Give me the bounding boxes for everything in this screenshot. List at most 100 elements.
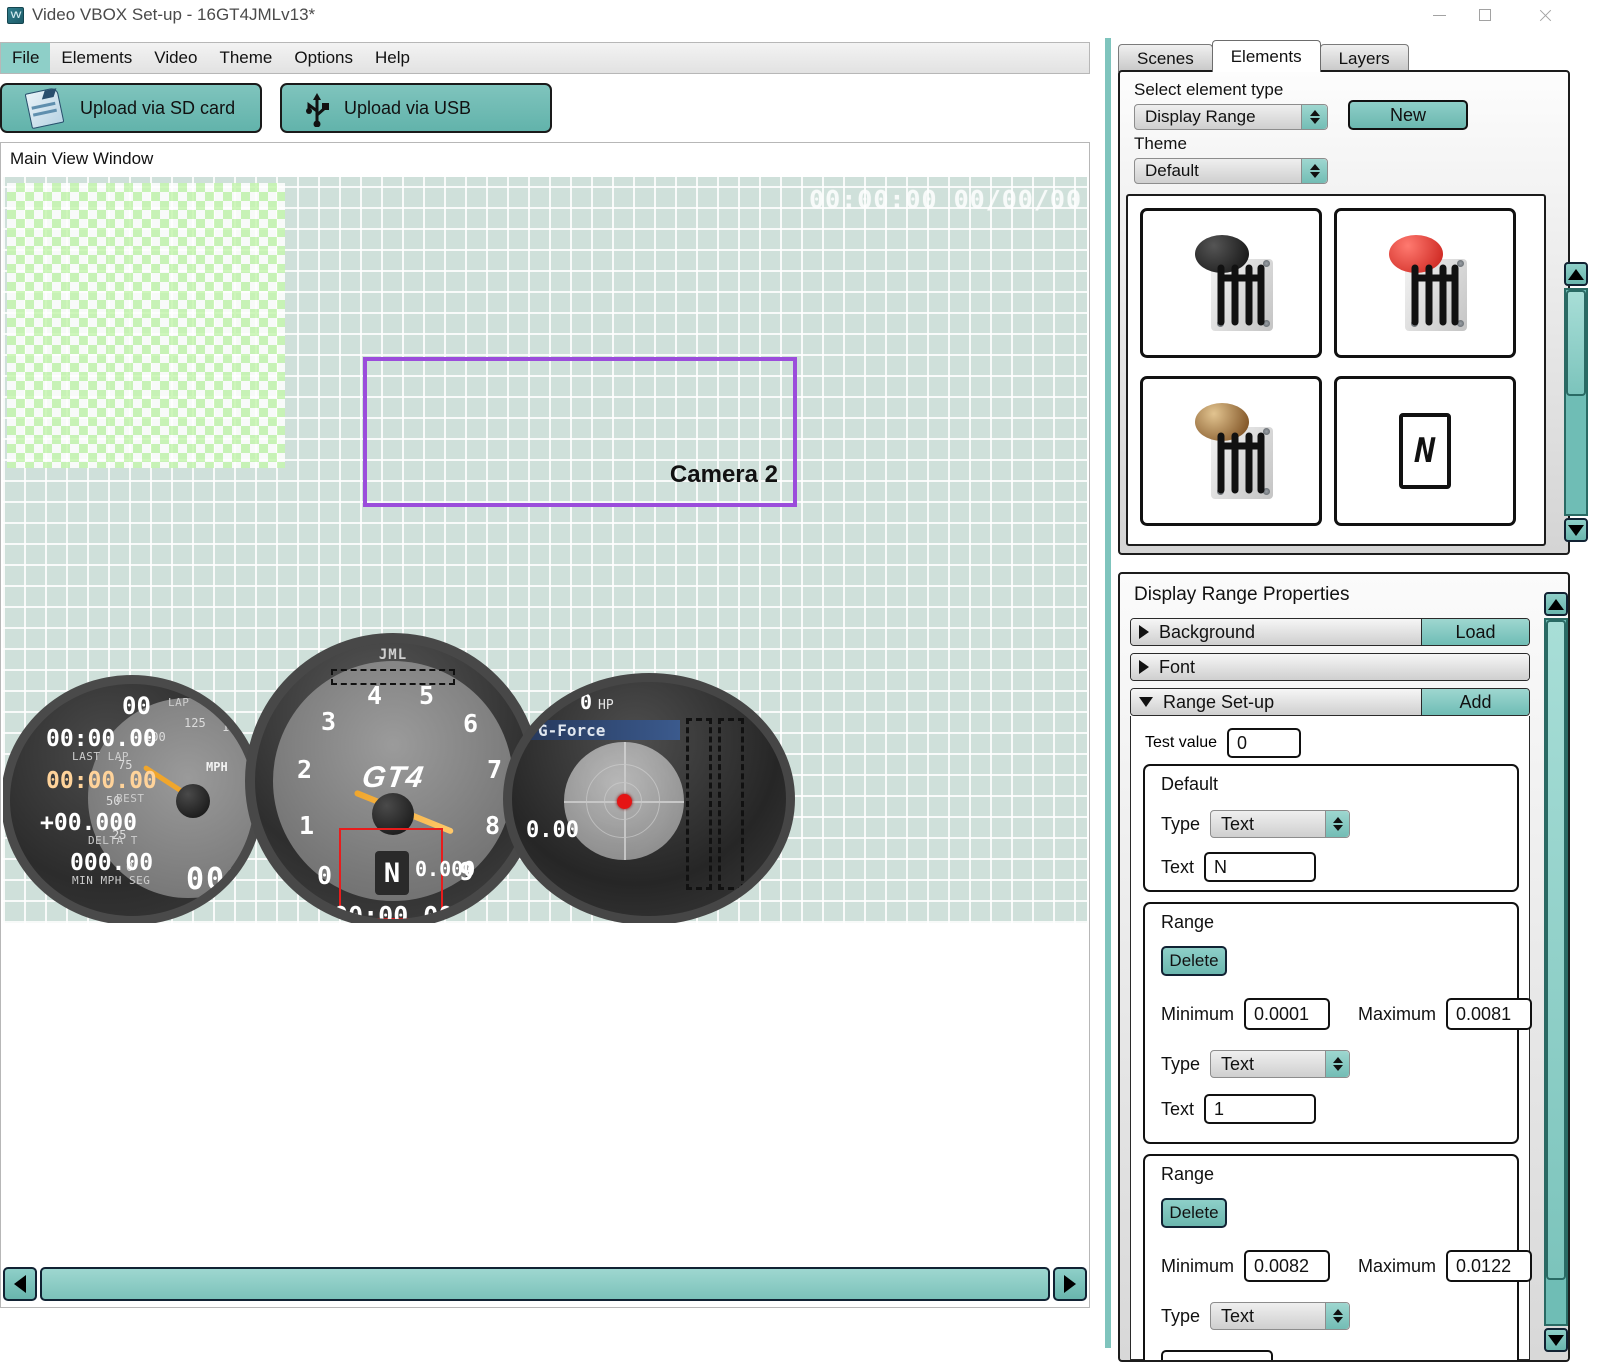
menu-item-help[interactable]: Help	[364, 43, 421, 73]
range-2-delete-button[interactable]: Delete	[1161, 1198, 1227, 1228]
horizontal-scroll-thumb[interactable]	[40, 1267, 1050, 1301]
main-view-window: Main View Window Camera 2 00:00:00 00/00…	[0, 142, 1090, 1308]
range-setup-header[interactable]: Range Set-up	[1131, 689, 1421, 715]
background-load-button[interactable]: Load	[1421, 619, 1529, 645]
default-text-input[interactable]: N	[1204, 852, 1317, 882]
tachometer-gauge[interactable]: JML 0 1 2 3 4 5 6 7 8 9 GT4 N 0.000 00:0…	[245, 633, 541, 923]
range-2-min-input[interactable]: 0.0082	[1244, 1250, 1331, 1282]
rpm-0: 0	[317, 861, 333, 890]
background-label: Background	[1159, 621, 1256, 642]
menu-item-elements[interactable]: Elements	[50, 43, 143, 73]
element-type-select[interactable]: Display Range	[1134, 104, 1328, 130]
scroll-up-arrow-icon[interactable]	[1564, 262, 1588, 286]
thumbnail-shifter-black[interactable]	[1140, 208, 1322, 358]
range-1-type-row: Type Text	[1161, 1050, 1351, 1078]
best-lap-value: 00:00.00	[46, 768, 157, 794]
properties-scroll-track[interactable]	[1544, 618, 1568, 1326]
default-type-label: Type	[1161, 813, 1201, 834]
element-thumbnail-gallery[interactable]: N	[1126, 194, 1546, 546]
upload-sd-label: Upload via SD card	[80, 97, 236, 118]
rpm-2: 2	[297, 755, 313, 784]
menu-item-file[interactable]: File	[1, 43, 51, 73]
range-1-delete-button[interactable]: Delete	[1161, 946, 1227, 976]
clock-overlay[interactable]: 00:00:00 00/00/00	[809, 185, 1082, 214]
shift-light-bar[interactable]	[331, 669, 455, 685]
design-canvas[interactable]: Camera 2 00:00:00 00/00/00 50 75 100 125…	[3, 177, 1087, 923]
range-2-minmax-row: Minimum 0.0082 Maximum 0.0122	[1161, 1250, 1533, 1282]
chevron-right-icon	[1139, 660, 1149, 674]
chevron-down-icon	[1139, 697, 1153, 707]
element-type-value: Display Range	[1145, 107, 1256, 126]
background-accordion[interactable]: Background Load	[1130, 618, 1530, 646]
theme-select[interactable]: Default	[1134, 158, 1328, 184]
chevron-updown-icon[interactable]	[1325, 811, 1350, 837]
chevron-updown-icon[interactable]	[1325, 1051, 1350, 1077]
maximize-icon[interactable]	[1462, 0, 1508, 30]
elements-vertical-scrollbar[interactable]	[1564, 262, 1588, 542]
default-type-row: Type Text	[1161, 810, 1351, 838]
default-type-select[interactable]: Text	[1210, 810, 1351, 838]
thumbnail-shifter-red[interactable]	[1334, 208, 1516, 358]
scroll-right-arrow-icon[interactable]	[1053, 1267, 1087, 1301]
tab-scenes[interactable]: Scenes	[1118, 44, 1213, 72]
chevron-updown-icon[interactable]	[1301, 105, 1327, 129]
scroll-down-arrow-icon[interactable]	[1564, 518, 1588, 542]
minimize-icon[interactable]	[1416, 0, 1462, 30]
range-1-max-input[interactable]: 0.0081	[1446, 998, 1533, 1030]
properties-vertical-scrollbar[interactable]	[1544, 592, 1568, 1352]
range-1-type-select[interactable]: Text	[1210, 1050, 1351, 1078]
upload-via-usb-button[interactable]: Upload via USB	[280, 83, 552, 133]
chevron-updown-icon[interactable]	[1325, 1303, 1350, 1329]
font-header[interactable]: Font	[1131, 654, 1529, 680]
range-1-text-input[interactable]: 1	[1204, 1094, 1317, 1124]
test-value-input[interactable]: 0	[1227, 728, 1302, 758]
lap-timer-gauge[interactable]: 50 75 100 125 150 25 0 00 LAP 00:00.00 L…	[3, 675, 263, 923]
default-text-label: Text	[1161, 856, 1195, 877]
close-icon[interactable]	[1522, 0, 1568, 30]
scroll-up-arrow-icon[interactable]	[1544, 592, 1568, 616]
range-2-text-input[interactable]	[1161, 1350, 1273, 1360]
canvas-horizontal-scrollbar[interactable]	[3, 1265, 1087, 1303]
tab-elements[interactable]: Elements	[1211, 40, 1321, 72]
menu-item-video[interactable]: Video	[143, 43, 208, 73]
rpm-4: 4	[367, 681, 383, 710]
elements-scroll-track[interactable]	[1564, 288, 1588, 516]
chevron-updown-icon[interactable]	[1301, 159, 1327, 183]
range-setup-accordion[interactable]: Range Set-up Add	[1130, 688, 1530, 716]
gear-letter: N	[383, 857, 401, 889]
gforce-gauge[interactable]: 0 HP G-Force 0.00	[503, 673, 795, 923]
font-accordion[interactable]: Font	[1130, 653, 1530, 681]
range-1-type-value: Text	[1221, 1053, 1255, 1074]
transparency-region[interactable]	[7, 183, 285, 468]
select-element-type-label: Select element type	[1134, 80, 1284, 99]
properties-scroll-thumb[interactable]	[1546, 620, 1566, 1280]
range-2-type-select[interactable]: Text	[1210, 1302, 1351, 1330]
range-add-button[interactable]: Add	[1421, 689, 1529, 715]
thumbnail-gear-letter-n[interactable]: N	[1334, 376, 1516, 526]
background-header[interactable]: Background	[1131, 619, 1421, 645]
range-1-min-input[interactable]: 0.0001	[1244, 998, 1331, 1030]
new-element-button[interactable]: New	[1348, 100, 1468, 130]
thumbnail-shifter-wood[interactable]	[1140, 376, 1322, 526]
min-mph-seg-label: MIN MPH SEG	[72, 874, 151, 887]
usb-icon	[304, 89, 330, 128]
gear-indicator[interactable]: N	[375, 851, 409, 895]
menu-item-theme[interactable]: Theme	[208, 43, 283, 73]
display-range-properties-panel: Display Range Properties Background Load…	[1118, 572, 1570, 1362]
panel-accent-bar	[1105, 38, 1111, 1348]
scroll-left-arrow-icon[interactable]	[3, 1267, 37, 1301]
upload-via-sd-card-button[interactable]: Upload via SD card	[0, 83, 262, 133]
range-2-max-input[interactable]: 0.0122	[1446, 1250, 1533, 1282]
mph-unit-label: MPH	[206, 760, 228, 774]
placeholder-bars[interactable]	[686, 718, 744, 890]
menu-item-options[interactable]: Options	[283, 43, 364, 73]
tab-layers[interactable]: Layers	[1319, 44, 1409, 72]
test-value-label: Test value	[1145, 734, 1218, 751]
range-2-title: Range	[1161, 1164, 1215, 1184]
rpm-8: 8	[485, 811, 501, 840]
gforce-label: G-Force	[538, 721, 606, 740]
scroll-down-arrow-icon[interactable]	[1544, 1328, 1568, 1352]
elements-scroll-thumb[interactable]	[1566, 290, 1586, 396]
camera-2-region[interactable]: Camera 2	[363, 357, 797, 507]
last-lap-value: 00:00.00	[46, 726, 157, 752]
